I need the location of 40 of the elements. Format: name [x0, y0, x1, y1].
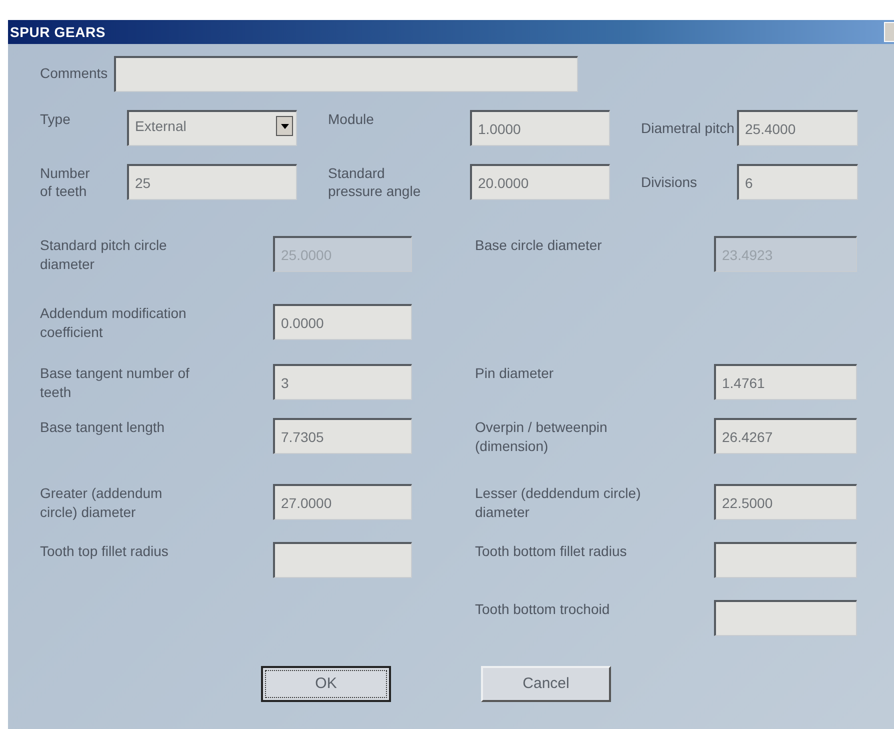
- caret-icon: [280, 124, 288, 128]
- input-field[interactable]: [714, 542, 857, 578]
- field-label: Type: [40, 110, 72, 129]
- field-label: Tooth bottom trochoid: [475, 600, 611, 620]
- field-label: Addendum modification coefficient: [40, 304, 188, 342]
- input-field[interactable]: 0.0000: [273, 304, 412, 340]
- input-field[interactable]: 22.5000: [714, 484, 857, 520]
- input-field[interactable]: 27.0000: [273, 484, 412, 520]
- comments-field[interactable]: [114, 56, 578, 92]
- field-label: Greater (addendum circle) diameter: [40, 484, 164, 522]
- input-field[interactable]: 3: [273, 364, 412, 400]
- field-label: Base circle diameter: [475, 236, 603, 256]
- input-field[interactable]: 25: [127, 164, 297, 200]
- input-field[interactable]: [273, 542, 412, 578]
- field-label: Overpin / betweenpin (dimension): [475, 418, 608, 456]
- field-label: Pin diameter: [475, 364, 555, 384]
- window-title: SPUR GEARS: [10, 22, 106, 42]
- input-field[interactable]: [714, 600, 857, 636]
- input-field[interactable]: 1.4761: [714, 364, 857, 400]
- field-label: Standard pressure angle: [328, 164, 422, 200]
- field-label: Comments: [40, 64, 108, 82]
- type-dropdown[interactable]: External: [127, 110, 297, 146]
- field-label: Lesser (deddendum circle) diameter: [475, 484, 642, 522]
- field-label: Number of teeth: [40, 164, 91, 200]
- field-label: Base tangent number of teeth: [40, 364, 190, 402]
- input-field[interactable]: 6: [737, 164, 858, 200]
- field-label: Tooth top fillet radius: [40, 542, 170, 562]
- field-label: Divisions: [641, 173, 698, 192]
- dialog-button[interactable]: OK: [261, 666, 391, 702]
- field-label: Diametral pitch: [641, 118, 736, 138]
- input-field[interactable]: 25.4000: [737, 110, 858, 146]
- input-field[interactable]: 7.7305: [273, 418, 412, 454]
- field-label: Tooth bottom fillet radius: [475, 542, 628, 562]
- input-field[interactable]: 26.4267: [714, 418, 857, 454]
- input-field[interactable]: 20.0000: [470, 164, 610, 200]
- dialog-button[interactable]: Cancel: [481, 666, 611, 702]
- field-label: Module: [328, 110, 375, 129]
- input-field[interactable]: 1.0000: [470, 110, 610, 146]
- field-label: Base tangent length: [40, 418, 166, 438]
- field-label: Standard pitch circle diameter: [40, 236, 168, 274]
